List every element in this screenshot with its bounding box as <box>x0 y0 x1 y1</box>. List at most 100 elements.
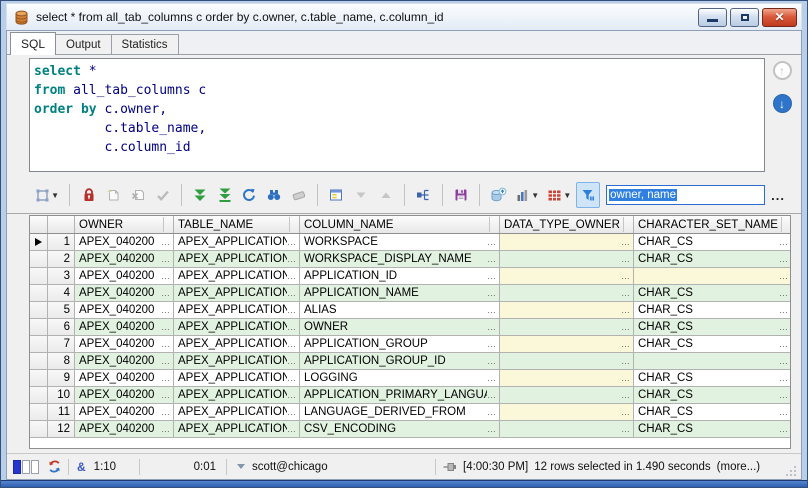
row-number[interactable]: 8 <box>48 353 75 369</box>
cell-expand-icon[interactable]: … <box>779 373 789 383</box>
cell-table-name[interactable]: APEX_APPLICATIONS… <box>174 285 300 301</box>
cell-expand-icon[interactable]: … <box>621 288 631 298</box>
auto-refresh-icon[interactable] <box>47 459 62 474</box>
cell-character-set-name[interactable]: CHAR_CS… <box>634 336 791 352</box>
row-indicator[interactable] <box>30 370 48 386</box>
cell-expand-icon[interactable]: … <box>161 390 171 400</box>
row-indicator[interactable] <box>30 251 48 267</box>
cell-column-name[interactable]: APPLICATION_GROUP… <box>300 336 500 352</box>
cell-expand-icon[interactable]: … <box>621 356 631 366</box>
layout-panes-indicator[interactable] <box>13 460 39 474</box>
cell-expand-icon[interactable]: … <box>487 322 497 332</box>
cell-expand-icon[interactable]: … <box>487 424 497 434</box>
export-grid-button[interactable]: ▼ <box>543 182 575 208</box>
column-header-data-type-owner[interactable]: DATA_TYPE_OWNER <box>500 216 634 233</box>
cell-expand-icon[interactable]: … <box>621 254 631 264</box>
cell-expand-icon[interactable]: … <box>287 305 297 315</box>
cell-expand-icon[interactable]: … <box>779 356 789 366</box>
current-row-indicator[interactable] <box>30 234 48 250</box>
cell-data-type-owner[interactable]: … <box>500 268 634 284</box>
cell-expand-icon[interactable]: … <box>161 356 171 366</box>
cell-table-name[interactable]: APEX_APPLICATIONS… <box>174 353 300 369</box>
sql-editor-code[interactable]: select *from all_tab_columns corder by c… <box>29 58 765 172</box>
cell-character-set-name[interactable]: CHAR_CS… <box>634 319 791 335</box>
cell-column-name[interactable]: APPLICATION_NAME… <box>300 285 500 301</box>
cell-column-name[interactable]: LOGGING… <box>300 370 500 386</box>
cell-table-name[interactable]: APEX_APPLICATIONS… <box>174 404 300 420</box>
post-changes-button[interactable] <box>150 182 175 208</box>
row-indicator[interactable] <box>30 336 48 352</box>
header-resize-handle[interactable] <box>623 217 633 232</box>
export-data-button[interactable] <box>486 182 511 208</box>
cell-data-type-owner[interactable]: … <box>500 234 634 250</box>
row-indicator[interactable] <box>30 421 48 437</box>
row-indicator[interactable] <box>30 353 48 369</box>
cell-expand-icon[interactable]: … <box>621 237 631 247</box>
cell-data-type-owner[interactable]: … <box>500 251 634 267</box>
cell-expand-icon[interactable]: … <box>621 373 631 383</box>
cell-expand-icon[interactable]: … <box>161 373 171 383</box>
cell-expand-icon[interactable]: … <box>621 271 631 281</box>
cell-owner[interactable]: APEX_040200… <box>75 353 174 369</box>
cell-expand-icon[interactable]: … <box>621 322 631 332</box>
chart-button[interactable]: ▼ <box>511 182 543 208</box>
column-header-table-name[interactable]: TABLE_NAME <box>174 216 300 233</box>
cell-column-name[interactable]: APPLICATION_ID… <box>300 268 500 284</box>
row-number[interactable]: 7 <box>48 336 75 352</box>
row-indicator[interactable] <box>30 319 48 335</box>
cell-table-name[interactable]: APEX_APPLICATIONS… <box>174 421 300 437</box>
cell-column-name[interactable]: ALIAS… <box>300 302 500 318</box>
header-resize-handle[interactable] <box>489 217 499 232</box>
cell-expand-icon[interactable]: … <box>161 424 171 434</box>
cell-expand-icon[interactable]: … <box>779 390 789 400</box>
cell-expand-icon[interactable]: … <box>779 305 789 315</box>
single-record-view-button[interactable] <box>324 182 349 208</box>
row-indicator[interactable] <box>30 387 48 403</box>
cell-expand-icon[interactable]: … <box>779 237 789 247</box>
linked-query-button[interactable] <box>411 182 436 208</box>
cell-owner[interactable]: APEX_040200… <box>75 336 174 352</box>
cell-data-type-owner[interactable]: … <box>500 285 634 301</box>
more-button[interactable]: ... <box>765 186 791 205</box>
cell-table-name[interactable]: APEX_APPLICATIONS… <box>174 268 300 284</box>
cell-column-name[interactable]: LANGUAGE_DERIVED_FROM… <box>300 404 500 420</box>
next-page-button[interactable] <box>349 182 374 208</box>
row-number[interactable]: 5 <box>48 302 75 318</box>
row-indicator[interactable] <box>30 302 48 318</box>
row-number[interactable]: 4 <box>48 285 75 301</box>
cell-owner[interactable]: APEX_040200… <box>75 302 174 318</box>
row-number[interactable]: 1 <box>48 234 75 250</box>
cell-expand-icon[interactable]: … <box>487 237 497 247</box>
cell-expand-icon[interactable]: … <box>161 254 171 264</box>
row-indicator[interactable] <box>30 268 48 284</box>
prev-page-button[interactable] <box>373 182 398 208</box>
cell-character-set-name[interactable]: … <box>634 268 791 284</box>
cell-expand-icon[interactable]: … <box>287 237 297 247</box>
cell-expand-icon[interactable]: … <box>779 339 789 349</box>
cell-column-name[interactable]: WORKSPACE_DISPLAY_NAME… <box>300 251 500 267</box>
cell-column-name[interactable]: APPLICATION_GROUP_ID… <box>300 353 500 369</box>
cell-owner[interactable]: APEX_040200… <box>75 404 174 420</box>
cell-table-name[interactable]: APEX_APPLICATIONS… <box>174 336 300 352</box>
cell-expand-icon[interactable]: … <box>287 424 297 434</box>
cell-expand-icon[interactable]: … <box>487 407 497 417</box>
row-indicator[interactable] <box>30 404 48 420</box>
cell-expand-icon[interactable]: … <box>487 390 497 400</box>
restore-button[interactable] <box>730 8 759 27</box>
cell-expand-icon[interactable]: … <box>287 356 297 366</box>
cell-expand-icon[interactable]: … <box>287 339 297 349</box>
cell-expand-icon[interactable]: … <box>161 339 171 349</box>
row-number[interactable]: 12 <box>48 421 75 437</box>
cell-owner[interactable]: APEX_040200… <box>75 234 174 250</box>
cell-data-type-owner[interactable]: … <box>500 353 634 369</box>
cell-column-name[interactable]: WORKSPACE… <box>300 234 500 250</box>
cell-expand-icon[interactable]: … <box>161 288 171 298</box>
filter-input[interactable]: owner, name <box>606 185 765 205</box>
minimize-button[interactable] <box>698 8 727 27</box>
cell-expand-icon[interactable]: … <box>779 288 789 298</box>
tab-sql[interactable]: SQL <box>10 32 56 55</box>
cell-expand-icon[interactable]: … <box>487 271 497 281</box>
pin-icon[interactable] <box>442 460 458 474</box>
cell-owner[interactable]: APEX_040200… <box>75 319 174 335</box>
clear-button[interactable] <box>286 182 311 208</box>
